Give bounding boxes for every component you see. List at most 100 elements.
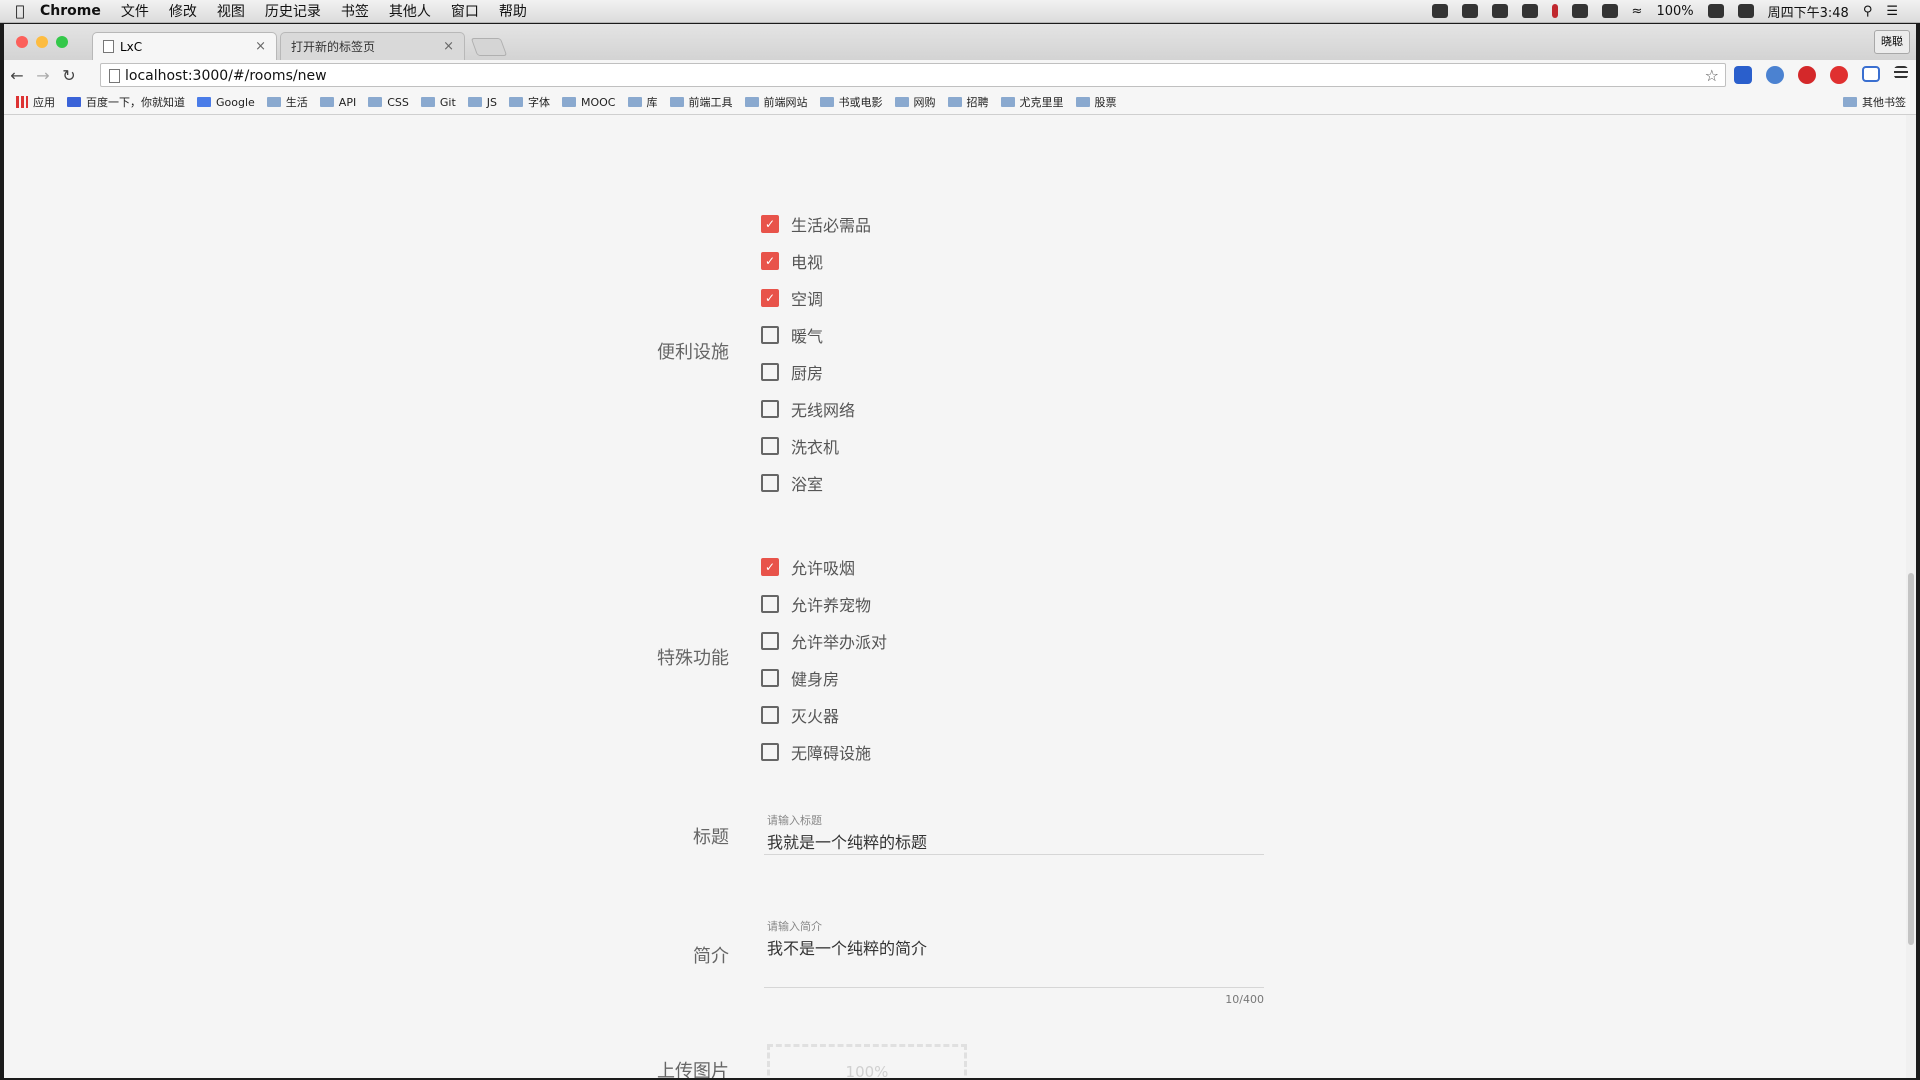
pause-icon[interactable] [1551,4,1558,18]
checkbox-row[interactable]: 无线网络 [761,397,855,421]
menu-app-name[interactable]: Chrome [40,3,101,19]
bookmark-folder[interactable]: 招聘 [947,94,989,110]
intro-hint: 请输入简介 [767,920,822,933]
bookmark-folder[interactable]: 书或电影 [819,94,883,110]
checkbox-row[interactable]: 健身房 [761,666,839,690]
checkbox-icon[interactable] [761,743,779,761]
bookmark-folder[interactable]: CSS [368,96,409,109]
bookmark-folder[interactable]: Git [420,96,456,109]
close-tab-icon[interactable]: × [443,39,454,54]
menu-history[interactable]: 历史记录 [265,1,321,21]
list-icon[interactable]: ☰ [1886,4,1898,19]
adblock-extension-icon[interactable] [1830,66,1848,84]
checkbox-row[interactable]: 厨房 [761,360,823,384]
checkbox-icon[interactable] [761,326,779,344]
checkbox-icon[interactable] [761,706,779,724]
checkbox-icon[interactable] [761,669,779,687]
tab-active[interactable]: LxC × [92,32,277,60]
checkbox-icon[interactable]: ✓ [761,215,779,233]
bookmark-folder[interactable]: 股票 [1075,94,1117,110]
other-bookmarks[interactable]: 其他书签 [1843,94,1906,110]
folder-icon [744,97,759,107]
keyboard-icon[interactable] [1601,4,1618,18]
bookmark-folder[interactable]: API [319,96,356,109]
scrollbar[interactable] [1906,115,1916,1078]
menu-help[interactable]: 帮助 [499,1,527,21]
cast-extension-icon[interactable] [1862,66,1880,82]
apple-icon[interactable]:  [0,2,40,20]
power-extension-icon[interactable] [1798,66,1816,84]
menu-edit[interactable]: 修改 [169,1,197,21]
bookmark-item[interactable]: 应用 [16,94,55,110]
minimize-window-icon[interactable] [36,36,48,48]
checkbox-row[interactable]: 灭火器 [761,703,839,727]
checkbox-icon[interactable]: ✓ [761,252,779,270]
search-icon[interactable]: ⚲ [1863,4,1873,19]
wifi-icon[interactable]: ≈ [1632,4,1643,19]
reload-icon[interactable]: ↻ [56,66,82,85]
tab-inactive[interactable]: 打开新的标签页 × [280,32,465,60]
checkbox-row[interactable]: 允许举办派对 [761,629,887,653]
menu-view[interactable]: 视图 [217,1,245,21]
baidu-extension-icon[interactable] [1734,66,1752,84]
battery-icon[interactable] [1707,4,1724,18]
address-bar[interactable]: localhost:3000/#/rooms/new ☆ [100,63,1726,87]
bookmark-folder[interactable]: MOOC [562,96,616,109]
sync-icon[interactable] [1521,4,1538,18]
checkbox-icon[interactable] [761,400,779,418]
checkbox-row[interactable]: ✓ 允许吸烟 [761,555,855,579]
upload-dropzone[interactable]: 100% [767,1044,967,1078]
checkbox-icon[interactable]: ✓ [761,289,779,307]
bookmark-item[interactable]: 百度一下，你就知道 [67,94,185,110]
menu-people[interactable]: 其他人 [389,1,431,21]
checkbox-icon[interactable] [761,632,779,650]
checkbox-row[interactable]: ✓ 空调 [761,286,823,310]
checkbox-label: 厨房 [791,364,824,383]
features-label: 特殊功能 [657,648,729,669]
scroll-thumb[interactable] [1908,573,1914,945]
maximize-window-icon[interactable] [56,36,68,48]
bookmark-folder[interactable]: 字体 [509,94,550,110]
bell-icon[interactable] [1461,4,1478,18]
intro-textarea[interactable]: 我不是一个纯粹的简介 [767,935,1264,985]
checkbox-row[interactable]: 浴室 [761,471,823,495]
menu-icon[interactable] [1894,66,1908,79]
menu-bookmarks[interactable]: 书签 [341,1,369,21]
checkbox-row[interactable]: 无障碍设施 [761,740,871,764]
s-icon[interactable] [1737,4,1754,18]
profile-button[interactable]: 晓聪 [1874,30,1910,54]
bookmark-folder[interactable]: 网购 [894,94,936,110]
back-icon[interactable]: ← [4,66,30,85]
bookmark-folder[interactable]: JS [467,96,497,109]
menu-window[interactable]: 窗口 [451,1,479,21]
bookmark-folder[interactable]: 前端工具 [669,94,733,110]
menu-file[interactable]: 文件 [121,1,149,21]
m-icon[interactable] [1491,4,1508,18]
bookmark-star-icon[interactable]: ☆ [1705,64,1719,88]
new-tab-button[interactable] [470,38,508,56]
clock[interactable]: 周四下午3:48 [1768,2,1849,21]
bookmark-folder[interactable]: 尤克里里 [1000,94,1064,110]
airplay-icon[interactable] [1571,4,1588,18]
bookmark-folder[interactable]: 库 [627,94,658,110]
title-input[interactable]: 我就是一个纯粹的标题 [767,829,1264,853]
bookmark-folder[interactable]: 生活 [266,94,308,110]
checkbox-row[interactable]: 洗衣机 [761,434,839,458]
upload-progress: 100% [845,1063,889,1078]
checkbox-row[interactable]: ✓ 生活必需品 [761,212,871,236]
checkbox-icon[interactable] [761,437,779,455]
bookmark-item[interactable]: Google [197,96,255,109]
notification-icon[interactable] [1431,4,1448,18]
checkbox-icon[interactable] [761,595,779,613]
translate-extension-icon[interactable] [1766,66,1784,84]
checkbox-icon[interactable] [761,474,779,492]
forward-icon[interactable]: → [30,66,56,85]
bookmark-folder[interactable]: 前端网站 [744,94,808,110]
checkbox-row[interactable]: ✓ 电视 [761,249,823,273]
checkbox-icon[interactable] [761,363,779,381]
close-window-icon[interactable] [16,36,28,48]
checkbox-row[interactable]: 暖气 [761,323,823,347]
checkbox-row[interactable]: 允许养宠物 [761,592,871,616]
close-tab-icon[interactable]: × [255,39,266,54]
checkbox-icon[interactable]: ✓ [761,558,779,576]
